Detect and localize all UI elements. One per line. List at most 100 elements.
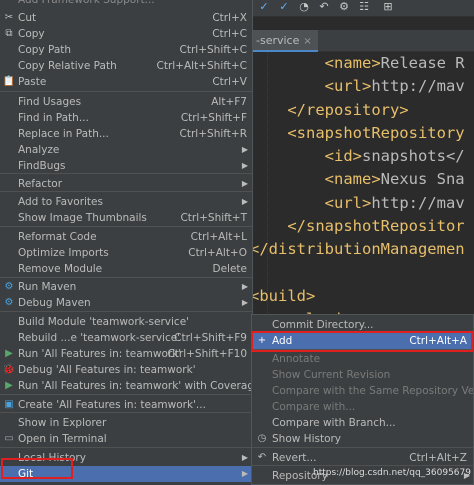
menu-item-label: Copy (18, 28, 45, 40)
menu-item-run-maven[interactable]: ⚙ Run Maven ▶ (0, 279, 252, 295)
menu-item-label: Refactor (18, 178, 63, 190)
menu-item-add-framework-support[interactable]: Add Framework Support... (0, 0, 252, 8)
code-line: <id>snapshots</ (250, 145, 474, 168)
add-highlight-box (251, 331, 473, 352)
tree-icon[interactable]: ☷ (356, 0, 372, 14)
menu-item-debug-all-features-in-teamwork[interactable]: 🐞 Debug 'All Features in: teamwork' (0, 362, 252, 378)
menu-item-create-all-features-in-teamwork[interactable]: ▣ Create 'All Features in: teamwork'... (0, 397, 252, 413)
git-menu-item-compare-with[interactable]: Compare with... (252, 399, 473, 415)
menu-item-shortcut: Ctrl+Alt+O (188, 247, 247, 259)
code-text: snapshots</ (361, 147, 465, 166)
code-tag: </distributionManagemen (250, 240, 465, 259)
code-area[interactable]: <name>Release R <url>http://mav </reposi… (250, 52, 474, 355)
menu-item-remove-module[interactable]: Remove Module Delete (0, 261, 252, 277)
menu-item-build-module-teamwork-service[interactable]: Build Module 'teamwork-service' (0, 314, 252, 330)
revert-icon[interactable]: ↶ (316, 0, 332, 14)
git-menu-item-compare-with-branch[interactable]: Compare with Branch... (252, 415, 473, 431)
menu-item-shortcut: Ctrl+Shift+F (180, 112, 247, 124)
menu-separator (0, 311, 252, 312)
coverage-icon: ▶ (5, 380, 13, 391)
menu-item-shortcut: Alt+F7 (211, 96, 247, 108)
menu-item-rebuild-e-teamwork-service[interactable]: Rebuild ...e 'teamwork-service' Ctrl+Shif… (0, 330, 252, 346)
submenu-arrow-icon: ▶ (241, 197, 248, 206)
clock-icon: ◷ (257, 433, 267, 444)
menu-item-run-all-features-in-teamwork[interactable]: ▶ Run 'All Features in: teamwork' Ctrl+Shi… (0, 346, 252, 362)
menu-separator (0, 394, 252, 395)
close-icon[interactable]: × (303, 36, 311, 47)
editor-toolbar: ✓ ✓ ◔ ↶ ⚙ ☷ ⊞ (250, 0, 474, 17)
menu-item-refactor[interactable]: Refactor ▶ (0, 176, 252, 192)
check-icon[interactable]: ✓ (276, 0, 292, 14)
submenu-arrow-icon: ▶ (241, 145, 248, 154)
menu-item-find-in-path[interactable]: Find in Path... Ctrl+Shift+F (0, 110, 252, 126)
menu-item-label: Copy Relative Path (18, 60, 117, 72)
git-menu-item-revert[interactable]: ↶ Revert... Ctrl+Alt+Z (252, 450, 473, 466)
git-menu-item-label: Compare with... (272, 401, 356, 413)
terminal-icon: ▭ (4, 433, 14, 444)
menu-item-run-all-features-in-teamwork-with-coverage[interactable]: ▶ Run 'All Features in: teamwork' with Co… (0, 378, 253, 394)
git-menu-item-compare-with-the-same-repository-version[interactable]: Compare with the Same Repository Version (252, 383, 474, 399)
editor-tab[interactable]: -service × (250, 30, 318, 52)
menu-item-label: Show Image Thumbnails (18, 212, 147, 224)
create-icon: ▣ (4, 399, 14, 410)
menu-item-optimize-imports[interactable]: Optimize Imports Ctrl+Alt+O (0, 245, 252, 261)
menu-item-shortcut: Ctrl+Shift+T (180, 212, 247, 224)
submenu-separator (252, 465, 473, 466)
submenu-arrow-icon: ▶ (241, 298, 248, 307)
menu-item-shortcut: Ctrl+Alt+Shift+C (156, 60, 248, 72)
menu-separator (0, 277, 252, 278)
menu-item-shortcut: Ctrl+Shift+F10 (167, 348, 247, 360)
gear-icon: ⚙ (4, 297, 14, 308)
gear-icon[interactable]: ⚙ (336, 0, 352, 14)
git-menu-item-label: Compare with the Same Repository Version (272, 385, 474, 397)
git-menu-item-label: Show Current Revision (272, 369, 391, 381)
code-tag: <name> (324, 54, 381, 72)
menu-item-copy[interactable]: ⧉ Copy Ctrl+C (0, 26, 252, 42)
code-text: http://mav (371, 193, 465, 212)
code-tag: <url> (324, 77, 372, 96)
code-text: Release R (380, 54, 465, 72)
menu-item-analyze[interactable]: Analyze ▶ (0, 142, 252, 158)
menu-item-debug-maven[interactable]: ⚙ Debug Maven ▶ (0, 295, 252, 311)
git-menu-item-label: Show History (272, 433, 342, 445)
menu-item-label: Debug 'All Features in: teamwork' (18, 364, 196, 376)
paste-icon: 📋 (2, 76, 16, 87)
menu-item-add-to-favorites[interactable]: Add to Favorites ▶ (0, 194, 252, 210)
menu-item-shortcut: Ctrl+Shift+C (179, 44, 247, 56)
menu-item-show-image-thumbnails[interactable]: Show Image Thumbnails Ctrl+Shift+T (0, 210, 252, 226)
submenu-arrow-icon: ▶ (241, 469, 248, 478)
git-menu-item-show-history[interactable]: ◷ Show History (252, 431, 473, 447)
menu-item-label: Optimize Imports (18, 247, 109, 259)
menu-item-label: Run 'All Features in: teamwork' with Cov… (18, 380, 253, 392)
menu-item-label: Analyze (18, 144, 60, 156)
code-line: </distributionManagemen (250, 238, 474, 261)
menu-item-show-in-explorer[interactable]: Show in Explorer (0, 415, 252, 431)
menu-item-shortcut: Delete (212, 263, 248, 275)
revert-icon: ↶ (257, 452, 267, 463)
menu-item-cut[interactable]: ✂ Cut Ctrl+X (0, 10, 252, 26)
menu-item-replace-in-path[interactable]: Replace in Path... Ctrl+Shift+R (0, 126, 252, 142)
menu-item-findbugs[interactable]: FindBugs ▶ (0, 158, 252, 174)
menu-item-paste[interactable]: 📋 Paste Ctrl+V (0, 74, 252, 90)
menu-item-label: Run Maven (18, 281, 77, 293)
debug-icon: 🐞 (2, 364, 16, 375)
menu-item-copy-relative-path[interactable]: Copy Relative Path Ctrl+Alt+Shift+C (0, 58, 252, 74)
menu-item-reformat-code[interactable]: Reformat Code Ctrl+Alt+L (0, 229, 252, 245)
scissors-icon: ✂ (4, 12, 14, 23)
menu-item-find-usages[interactable]: Find Usages Alt+F7 (0, 94, 252, 110)
context-menu: Add Framework Support... ✂ Cut Ctrl+X ⧉ Copy… (0, 0, 253, 485)
git-menu-item-show-current-revision[interactable]: Show Current Revision (252, 367, 473, 383)
git-menu-item-annotate[interactable]: Annotate (252, 351, 473, 367)
git-menu-item-label: Revert... (272, 452, 317, 464)
history-icon[interactable]: ◔ (296, 0, 312, 14)
menu-item-label: Replace in Path... (18, 128, 109, 140)
git-menu-item-label: Annotate (272, 353, 321, 365)
structure-icon[interactable]: ⊞ (380, 0, 396, 14)
check-icon[interactable]: ✓ (256, 0, 272, 14)
menu-item-copy-path[interactable]: Copy Path Ctrl+Shift+C (0, 42, 252, 58)
menu-item-open-in-terminal[interactable]: ▭ Open in Terminal (0, 431, 252, 447)
